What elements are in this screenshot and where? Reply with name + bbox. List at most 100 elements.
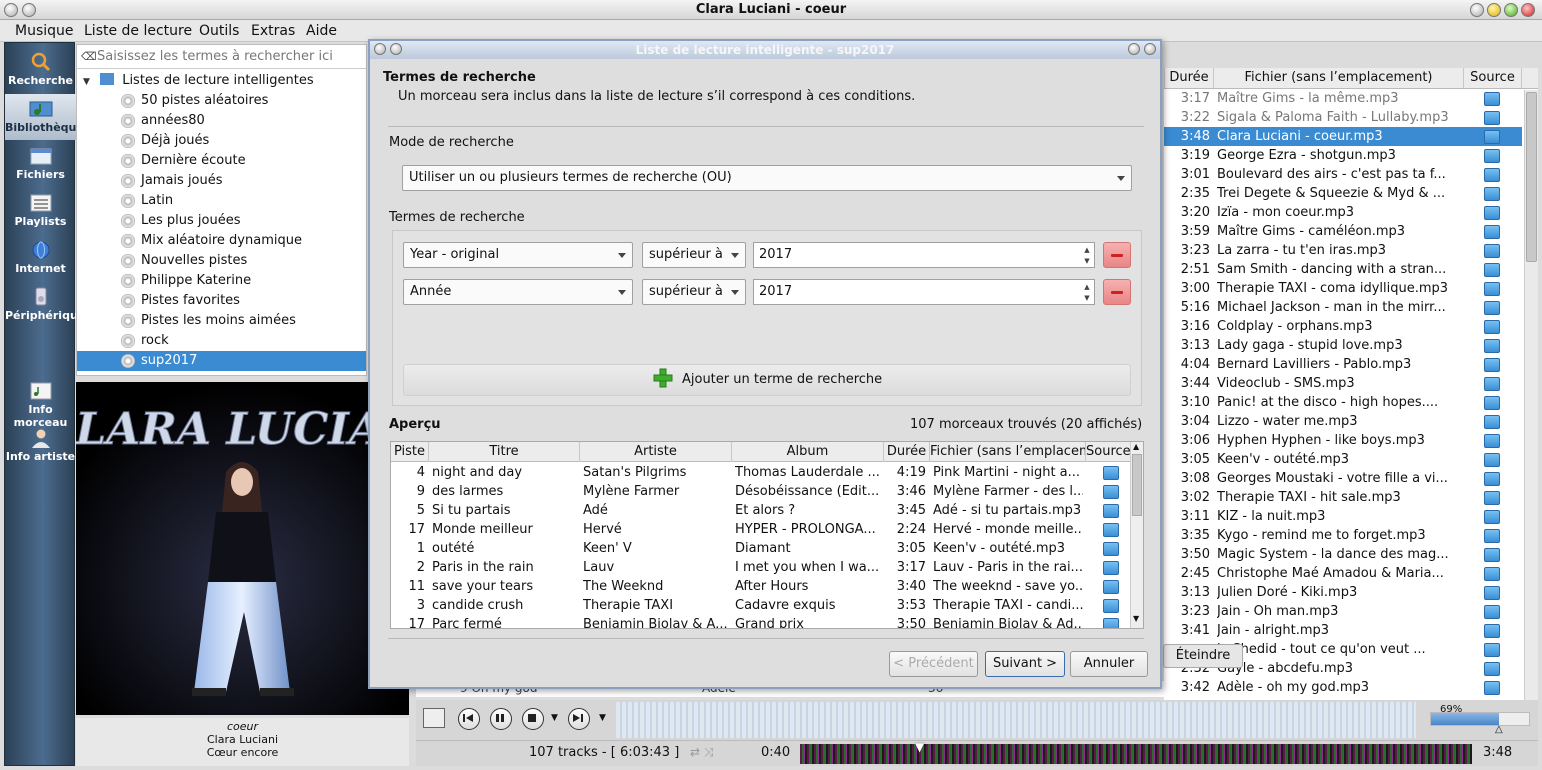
nav-peripheriques[interactable]: Périphériques — [5, 282, 92, 328]
playlist-row[interactable]: 3:01 Boulevard des airs - c'est pas ta f.… — [1164, 165, 1522, 184]
nav-internet[interactable]: Internet — [5, 235, 76, 281]
smart-playlist-item[interactable]: Déjà joués — [101, 131, 365, 151]
playlist-row[interactable]: 3:22 Sigala & Paloma Faith - Lullaby.mp3 — [1164, 108, 1522, 127]
next-menu-arrow-icon[interactable]: ▼ — [599, 713, 606, 723]
smart-playlist-item[interactable]: Jamais joués — [101, 171, 365, 191]
shutdown-button[interactable]: Éteindre — [1163, 644, 1243, 668]
term-1-value-spinbox[interactable]: 2017 ▲ ▼ — [753, 242, 1095, 268]
preview-col-header[interactable]: Artiste — [580, 442, 732, 462]
window-stick-icon[interactable] — [1470, 3, 1484, 17]
scroll-down-icon[interactable]: ▼ — [1133, 614, 1139, 623]
preview-row[interactable]: 4 night and day Satan's Pilgrims Thomas Lau… — [391, 463, 1131, 482]
playlist-row[interactable]: 3:13 Julien Doré - Kiki.mp3 — [1164, 583, 1522, 602]
menu-musique[interactable]: Musique — [15, 23, 74, 39]
term-1-field-select[interactable]: Year - original — [403, 242, 633, 268]
preview-col-header[interactable]: Durée — [884, 442, 930, 462]
menu-liste-de-lecture[interactable]: Liste de lecture — [84, 23, 192, 39]
spin-down-icon[interactable]: ▼ — [1082, 293, 1092, 303]
smart-playlist-item[interactable]: Les plus jouées — [101, 211, 365, 231]
spin-down-icon[interactable]: ▼ — [1082, 256, 1092, 266]
playlist-scroll-thumb[interactable] — [1526, 92, 1537, 262]
preview-col-header[interactable]: Album — [732, 442, 884, 462]
smart-playlist-item[interactable]: années80 — [101, 111, 365, 131]
smart-playlist-item[interactable]: Dernière écoute — [101, 151, 365, 171]
smart-playlist-item[interactable]: Pistes favorites — [101, 291, 365, 311]
scroll-up-icon[interactable]: ▲ — [1133, 442, 1139, 451]
playlist-row[interactable]: 2:45 Christophe Maé Amadou & Maria... — [1164, 564, 1522, 583]
term-1-remove-button[interactable] — [1103, 242, 1131, 268]
playlist-row[interactable]: 3:05 Keen'v - outété.mp3 — [1164, 450, 1522, 469]
minimize-icon[interactable] — [1487, 3, 1501, 17]
playlist-row[interactable]: 3:06 Hyphen Hyphen - like boys.mp3 — [1164, 431, 1522, 450]
preview-row[interactable]: 2 Paris in the rain Lauv I met you when I w… — [391, 558, 1131, 577]
clear-playlist-icon[interactable] — [423, 708, 445, 728]
seek-bar[interactable]: ▼ — [800, 740, 1472, 764]
col-duration[interactable]: Durée — [1164, 68, 1214, 88]
clear-search-icon[interactable]: ⌫ — [81, 45, 97, 69]
menu-outils[interactable]: Outils — [199, 23, 239, 39]
smart-playlist-item[interactable]: 50 pistes aléatoires — [101, 91, 365, 111]
nav-info-artiste[interactable]: Info artiste — [5, 423, 76, 469]
nav-recherche[interactable]: Recherche — [5, 47, 76, 93]
dialog-close-icon[interactable] — [1144, 43, 1156, 55]
previous-button[interactable] — [458, 708, 480, 730]
playlist-row[interactable]: 3:59 Maître Gims - caméléon.mp3 — [1164, 222, 1522, 241]
playlist-row[interactable]: 3:10 Panic! at the disco - high hopes.... — [1164, 393, 1522, 412]
previous-step-button[interactable]: < Précédent — [889, 651, 978, 677]
playlist-row[interactable]: 2:35 Trei Degete & Squeezie & Myd & ... — [1164, 184, 1522, 203]
search-mode-select[interactable]: Utiliser un ou plusieurs termes de reche… — [402, 165, 1132, 191]
nav-fichiers[interactable]: Fichiers — [5, 141, 76, 187]
playlist-row[interactable]: 3:23 Jain - Oh man.mp3 — [1164, 602, 1522, 621]
preview-scrollbar[interactable]: ▲ ▼ — [1130, 442, 1143, 628]
maximize-icon[interactable] — [1504, 3, 1518, 17]
playlist-row[interactable]: 3:35 Kygo - remind me to forget.mp3 — [1164, 526, 1522, 545]
preview-row[interactable]: 11 save your tears The Weeknd After Hours 3:… — [391, 577, 1131, 596]
smart-playlist-item[interactable]: rock — [101, 331, 365, 351]
playlist-row[interactable]: 3:19 George Ezra - shotgun.mp3 — [1164, 146, 1522, 165]
dialog-stick-icon[interactable] — [1128, 43, 1140, 55]
playlist-row[interactable]: 3:16 Coldplay - orphans.mp3 — [1164, 317, 1522, 336]
window-menu-icon[interactable] — [4, 3, 18, 17]
dialog-menu-icon[interactable] — [374, 43, 386, 55]
menu-aide[interactable]: Aide — [306, 23, 337, 39]
playlist-row[interactable]: 3:23 La zarra - tu t'en iras.mp3 — [1164, 241, 1522, 260]
spin-up-icon[interactable]: ▲ — [1082, 245, 1092, 255]
playlist-row[interactable]: 5:16 Michael Jackson - man in the mirr... — [1164, 298, 1522, 317]
playlist-row[interactable]: 3:42 Adèle - oh my god.mp3 — [1164, 678, 1522, 697]
library-search-input[interactable]: ⌫ Saisissez les termes à rechercher ici — [77, 45, 366, 69]
playlist-row[interactable]: 3:48 Clara Luciani - coeur.mp3 — [1164, 127, 1522, 146]
playlist-row[interactable]: 3:02 Therapie TAXI - hit sale.mp3 — [1164, 488, 1522, 507]
smart-playlist-item[interactable]: Nouvelles pistes — [101, 251, 365, 271]
add-search-term-button[interactable]: Ajouter un terme de recherche — [403, 364, 1131, 396]
preview-row[interactable]: 3 candide crush Therapie TAXI Cadavre exqui… — [391, 596, 1131, 615]
stop-button[interactable] — [522, 708, 544, 730]
window-shade-icon[interactable] — [22, 3, 36, 17]
term-2-field-select[interactable]: Année — [403, 279, 633, 305]
playlist-row[interactable]: 3:17 Maître Gims - la même.mp3 — [1164, 89, 1522, 108]
repeat-shuffle-icon[interactable]: ⇄ ⤨ — [690, 745, 713, 760]
playlist-row[interactable]: 3:11 KIZ - la nuit.mp3 — [1164, 507, 1522, 526]
nav-info-morceau[interactable]: Info morceau — [5, 376, 76, 429]
playlist-row[interactable]: 3:08 Georges Moustaki - votre fille a vi.… — [1164, 469, 1522, 488]
playlist-row[interactable]: 3:41 Jain - alright.mp3 — [1164, 621, 1522, 640]
playlist-scrollbar[interactable] — [1524, 90, 1538, 700]
playlist-row[interactable]: 3:50 Magic System - la dance des mag... — [1164, 545, 1522, 564]
col-source[interactable]: Source — [1464, 68, 1522, 88]
term-1-operator-select[interactable]: supérieur à — [642, 242, 746, 268]
preview-row[interactable]: 1 outété Keen' V Diamant 3:05 Keen'v - outété… — [391, 539, 1131, 558]
playlist-row[interactable]: 3:20 Izïa - mon coeur.mp3 — [1164, 203, 1522, 222]
preview-row[interactable]: 9 des larmes Mylène Farmer Désobéissance (E… — [391, 482, 1131, 501]
playlist-row[interactable]: 3:04 Lizzo - water me.mp3 — [1164, 412, 1522, 431]
tree-root-smart-playlists[interactable]: ▼ Listes de lecture intelligentes — [83, 73, 314, 88]
playlist-row[interactable]: 3:44 Videoclub - SMS.mp3 — [1164, 374, 1522, 393]
next-button[interactable] — [568, 708, 590, 730]
playlist-row[interactable]: 2:51 Sam Smith - dancing with a stran... — [1164, 260, 1522, 279]
preview-col-header[interactable]: Titre — [429, 442, 580, 462]
playlist-row[interactable]: 3:13 Lady gaga - stupid love.mp3 — [1164, 336, 1522, 355]
term-2-value-spinbox[interactable]: 2017 ▲ ▼ — [753, 279, 1095, 305]
smart-playlist-item[interactable]: Latin — [101, 191, 365, 211]
menu-extras[interactable]: Extras — [251, 23, 295, 39]
preview-col-header[interactable]: Fichier (sans l’emplacement) — [930, 442, 1086, 462]
smart-playlist-item[interactable]: Mix aléatoire dynamique — [101, 231, 365, 251]
preview-scroll-thumb[interactable] — [1132, 454, 1142, 516]
